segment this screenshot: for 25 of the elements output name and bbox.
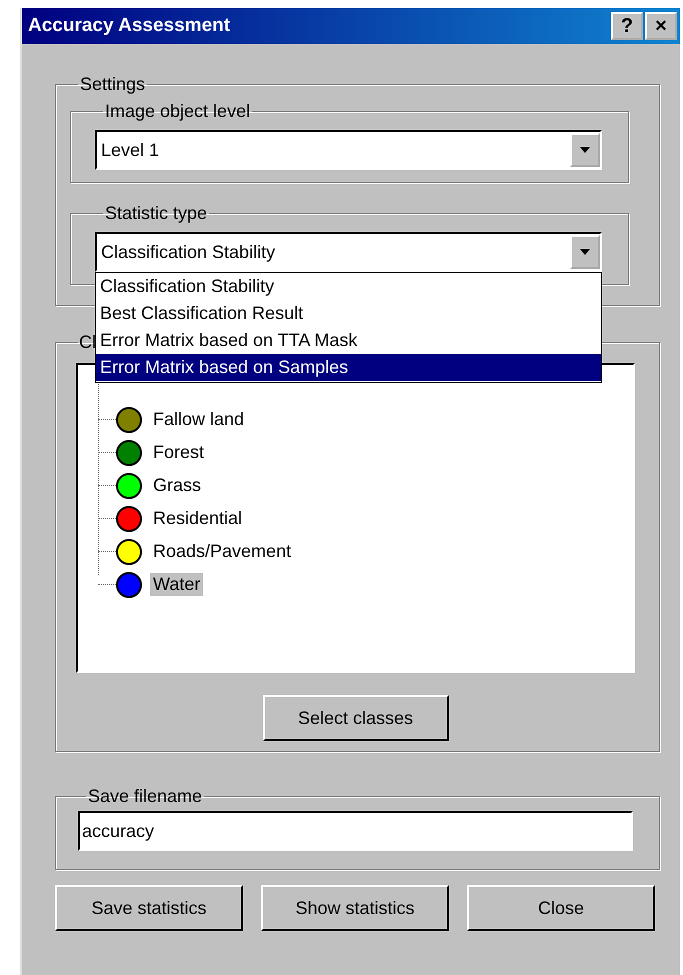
tree-item[interactable]: Water <box>150 573 204 596</box>
close-button[interactable]: × <box>645 12 677 40</box>
select-classes-button[interactable]: Select classes <box>262 695 448 741</box>
tree-item[interactable]: Grass <box>150 474 204 497</box>
group-label: Cl <box>78 332 97 353</box>
dropdown-option[interactable]: Error Matrix based on Samples <box>96 354 601 381</box>
tree-item[interactable]: Residential <box>150 507 246 530</box>
dialog-button[interactable]: Show statistics <box>261 885 449 931</box>
tree-item[interactable]: Forest <box>150 441 208 464</box>
tree-item[interactable]: Roads/Pavement <box>150 540 294 563</box>
group-label: Statistic type <box>104 203 208 224</box>
group-label: Image object level <box>104 101 252 122</box>
dialog-button[interactable]: Save statistics <box>55 885 243 931</box>
group-label: Save filename <box>87 786 204 807</box>
dropdown-option[interactable]: Error Matrix based on TTA Mask <box>96 327 601 354</box>
filename-field[interactable]: accuracy <box>78 811 633 851</box>
dropdown-option[interactable]: Best Classification Result <box>96 300 601 327</box>
dropdown-option[interactable]: Classification Stability <box>96 273 601 300</box>
tree-item[interactable]: Fallow land <box>150 408 248 431</box>
group-label: Settings <box>79 74 146 95</box>
dropdown[interactable]: Level 1 <box>95 130 602 170</box>
dialog-button[interactable]: Close <box>467 885 655 931</box>
window-title: Accuracy Assessment <box>28 15 230 37</box>
help-button[interactable]: ? <box>611 12 643 40</box>
dropdown[interactable]: Classification Stability <box>95 232 602 272</box>
